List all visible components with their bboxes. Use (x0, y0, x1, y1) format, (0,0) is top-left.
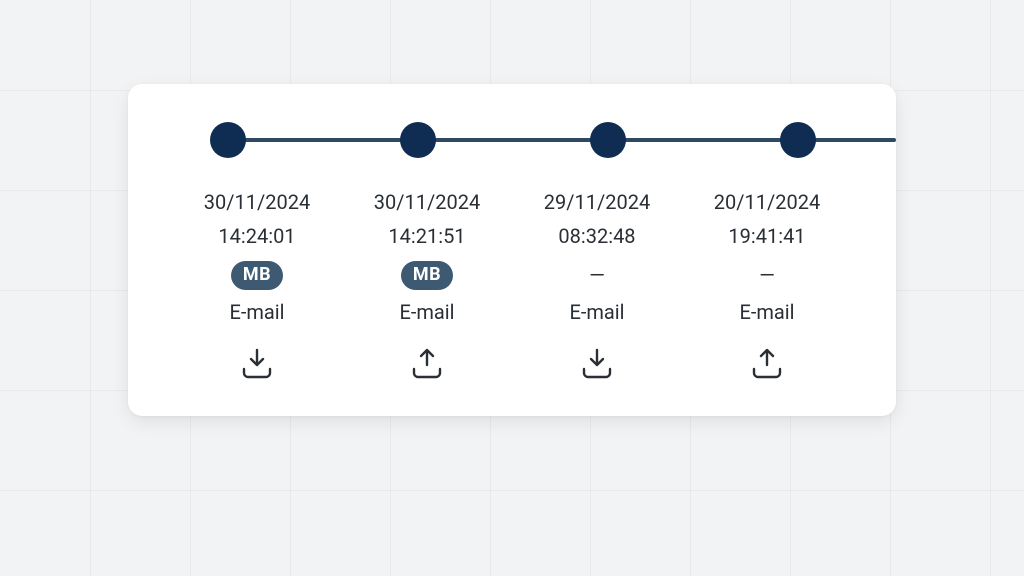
event-date: 29/11/2024 (544, 188, 650, 216)
no-user-indicator: — (589, 263, 605, 287)
timeline-node (590, 122, 626, 158)
event-time: 19:41:41 (728, 222, 805, 250)
user-initials-badge: MB (231, 261, 283, 290)
event-time: 14:21:51 (388, 222, 465, 250)
timeline-event: 20/11/2024 19:41:41 — E-mail (682, 188, 852, 386)
download-tray-button[interactable] (577, 346, 617, 386)
upload-tray-button[interactable] (747, 346, 787, 386)
event-time: 08:32:48 (558, 222, 635, 250)
timeline-card: 30/11/2024 14:24:01 MB E-mail 30/11/2024… (128, 84, 896, 416)
event-user-slot: — (589, 260, 605, 290)
upload-tray-icon (750, 347, 784, 385)
event-channel: E-mail (229, 298, 284, 326)
download-tray-icon (240, 347, 274, 385)
timeline-event: 29/11/2024 08:32:48 — E-mail (512, 188, 682, 386)
event-user-slot: — (759, 260, 775, 290)
event-channel: E-mail (569, 298, 624, 326)
event-time: 14:24:01 (218, 222, 295, 250)
event-date: 30/11/2024 (374, 188, 480, 216)
upload-tray-icon (410, 347, 444, 385)
user-initials-badge: MB (401, 261, 453, 290)
no-user-indicator: — (759, 263, 775, 287)
event-user-slot: MB (401, 260, 453, 290)
timeline-events-row: 30/11/2024 14:24:01 MB E-mail 30/11/2024… (128, 188, 896, 386)
timeline-node (400, 122, 436, 158)
event-channel: E-mail (399, 298, 454, 326)
timeline-track (128, 120, 896, 160)
timeline-node (780, 122, 816, 158)
event-date: 20/11/2024 (714, 188, 820, 216)
timeline-node (210, 122, 246, 158)
event-date: 30/11/2024 (204, 188, 310, 216)
upload-tray-button[interactable] (407, 346, 447, 386)
event-channel: E-mail (739, 298, 794, 326)
download-tray-button[interactable] (237, 346, 277, 386)
timeline-event: 30/11/2024 14:24:01 MB E-mail (172, 188, 342, 386)
download-tray-icon (580, 347, 614, 385)
timeline-event: 30/11/2024 14:21:51 MB E-mail (342, 188, 512, 386)
event-user-slot: MB (231, 260, 283, 290)
